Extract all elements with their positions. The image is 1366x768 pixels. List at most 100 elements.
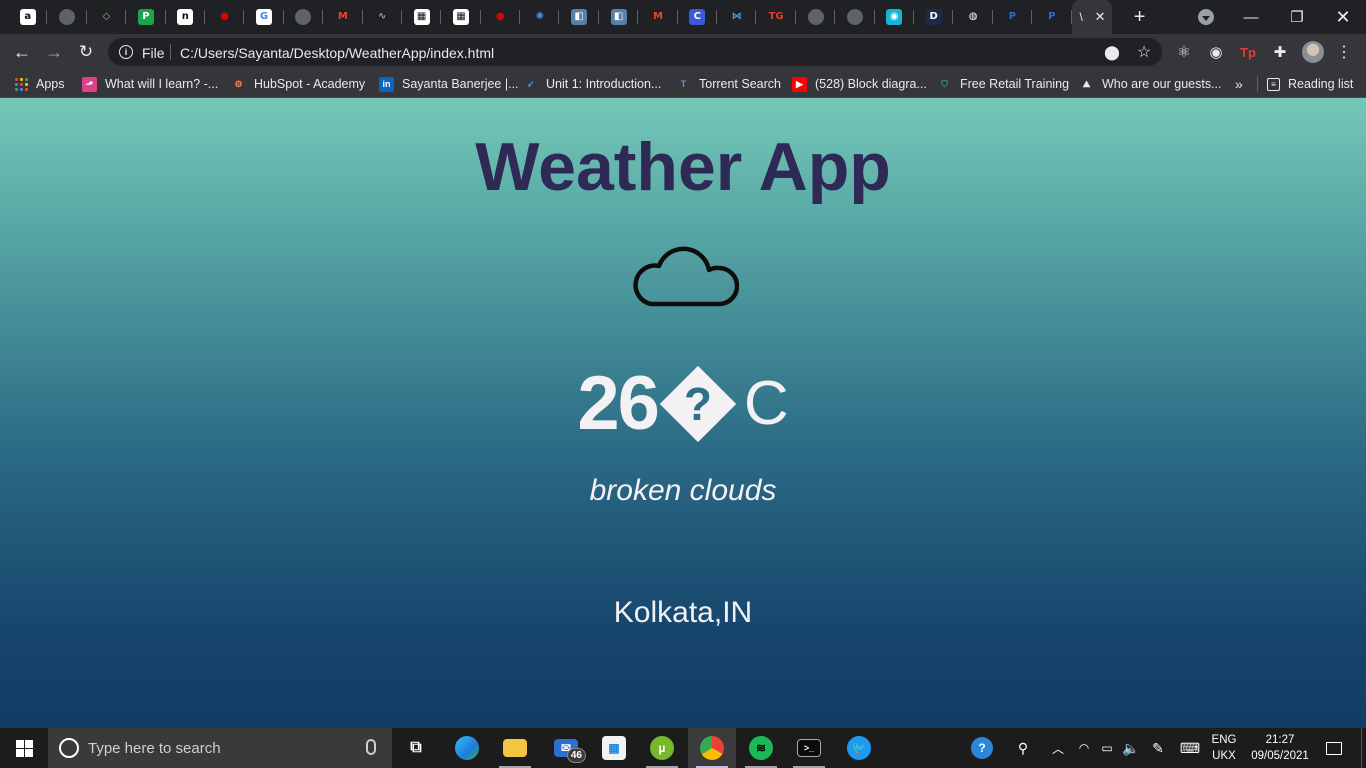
taskbar-twitter[interactable]: 🐦 (835, 728, 883, 768)
input-language[interactable]: ENG UKX (1206, 732, 1242, 764)
wifi-icon[interactable]: ◠ (1072, 728, 1096, 768)
battery-icon[interactable]: ▭ (1096, 728, 1118, 768)
site-info-icon[interactable]: i (119, 45, 133, 59)
task-view-button[interactable]: ⧉ (392, 728, 440, 768)
twitter-icon: 🐦 (847, 736, 871, 760)
start-button[interactable] (0, 728, 48, 768)
tab-spinner[interactable]: ✺ (520, 0, 560, 34)
tab-list: a ◇ Pn ● G M ∿ ▦ ▦ ● ✺ ◧ ◧ M C ⋈ TG ◉ D ◍ P P \ ✕ (0, 0, 1112, 34)
chrome-icon (700, 736, 724, 760)
tab-c-circle[interactable]: C (678, 0, 718, 34)
bookmark-guests[interactable]: ⛰ Who are our guests... (1079, 75, 1222, 93)
tab-redhat-1[interactable]: ● (205, 0, 245, 34)
tab-pattern-1[interactable]: ▦ (402, 0, 442, 34)
bookmark-sap[interactable]: ➶ Unit 1: Introduction... (523, 75, 661, 93)
tab-diamond[interactable]: ◇ (87, 0, 127, 34)
tab-paypal-2[interactable]: P (1032, 0, 1072, 34)
bookmarks-overflow-button[interactable]: » (1235, 75, 1243, 93)
taskbar-file-explorer[interactable] (491, 728, 539, 768)
extensions-puzzle-icon[interactable]: ✚ (1270, 42, 1290, 62)
tab-redhat-2[interactable]: ● (481, 0, 521, 34)
forward-button[interactable]: → (42, 40, 66, 64)
diamond-favicon-icon: ◇ (98, 9, 115, 25)
bookmark-torrent[interactable]: T Torrent Search (676, 75, 781, 93)
bookmark-what-will-i-learn[interactable]: ⬏ What will I learn? -... (82, 75, 218, 93)
tab-p-green[interactable]: P (126, 0, 166, 34)
address-bar[interactable]: i File C:/Users/Sayanta/Desktop/WeatherA… (108, 38, 1162, 66)
show-hidden-icons-chevron-icon[interactable]: ︿ (1046, 728, 1070, 768)
touch-keyboard-icon[interactable]: ⌨ (1176, 728, 1204, 768)
tab-active[interactable]: \ ✕ (1071, 0, 1112, 34)
microphone-icon[interactable] (366, 739, 376, 755)
show-desktop-button[interactable] (1361, 728, 1366, 768)
tab-gmail-1[interactable]: M (323, 0, 363, 34)
close-window-button[interactable]: ✕ (1320, 0, 1366, 34)
tab-box-2[interactable]: ◧ (599, 0, 639, 34)
volume-icon[interactable]: 🔈 (1120, 728, 1142, 768)
bowtie-favicon-icon: ⋈ (728, 9, 745, 25)
bookmark-linkedin[interactable]: in Sayanta Banerjee |... (379, 75, 519, 93)
guests-icon: ⛰ (1079, 76, 1094, 92)
tab-generic-4[interactable] (835, 0, 875, 34)
taskbar-store[interactable]: ▦ (590, 728, 638, 768)
bookmark-youtube[interactable]: ▶ (528) Block diagra... (792, 75, 927, 93)
tab-pattern-2[interactable]: ▦ (441, 0, 482, 34)
bookmark-retail[interactable]: ⛉ Free Retail Training (937, 75, 1069, 93)
taskbar-terminal[interactable]: >_ (785, 728, 833, 768)
back-button[interactable]: ← (10, 40, 34, 64)
wave-favicon-icon: ∿ (374, 9, 391, 25)
minimize-button[interactable]: — (1228, 0, 1274, 34)
tab-github[interactable]: ◍ (953, 0, 994, 34)
new-tab-button[interactable]: + (1124, 0, 1156, 34)
bookmark-hubspot[interactable]: ⚙ HubSpot - Academy (231, 75, 365, 93)
bookmark-apps[interactable]: Apps (15, 75, 65, 93)
profile-avatar[interactable] (1302, 41, 1324, 63)
tab-generic-1[interactable] (47, 0, 88, 34)
tab-strip: a ◇ Pn ● G M ∿ ▦ ▦ ● ✺ ◧ ◧ M C ⋈ TG ◉ D ◍ P P \ ✕ + (0, 0, 1366, 34)
tab-notion[interactable]: n (166, 0, 206, 34)
tab-d-letter[interactable]: D (914, 0, 954, 34)
tab-search-button[interactable] (1198, 9, 1214, 25)
cloud-icon (633, 246, 739, 307)
kebab-menu-icon[interactable]: ⋮ (1334, 42, 1354, 62)
tab-generic-2[interactable] (284, 0, 324, 34)
reading-list-button[interactable]: ≡ Reading list (1267, 75, 1353, 93)
bookmark-star-icon[interactable]: ☆ (1134, 42, 1154, 62)
d-letter-favicon-icon: D (925, 9, 942, 25)
people-icon[interactable]: ⚲ (1010, 728, 1036, 768)
pen-icon[interactable]: ✎ (1146, 728, 1170, 768)
taskbar-chrome[interactable] (688, 728, 736, 768)
tab-amazon[interactable]: a (8, 0, 48, 34)
pattern-2-favicon-icon: ▦ (452, 9, 469, 25)
action-center-button[interactable] (1318, 728, 1350, 768)
tab-generic-3[interactable] (796, 0, 836, 34)
taskbar-utorrent[interactable]: µ (638, 728, 686, 768)
tab-box-1[interactable]: ◧ (559, 0, 600, 34)
tab-gmail-2[interactable]: M (638, 0, 679, 34)
tab-tg[interactable]: TG (756, 0, 797, 34)
clock-date: 09/05/2021 (1251, 750, 1309, 762)
taskbar-mail[interactable]: ✉ 46 (542, 728, 590, 768)
location-pin-icon[interactable]: ⬤ (1102, 42, 1122, 62)
tab-paypal-1[interactable]: P (993, 0, 1033, 34)
tab-cyan-circle[interactable]: ◉ (875, 0, 915, 34)
tray-help[interactable]: ? (968, 728, 996, 768)
react-devtools-icon[interactable]: ⚛ (1174, 42, 1194, 62)
restore-button[interactable]: ❐ (1274, 0, 1320, 34)
search-placeholder: Type here to search (88, 740, 221, 757)
record-extension-icon[interactable]: ◉ (1206, 42, 1226, 62)
box-1-favicon-icon: ◧ (571, 9, 588, 25)
tp-extension-icon[interactable]: Tp (1238, 42, 1258, 62)
tab-bowtie[interactable]: ⋈ (717, 0, 757, 34)
taskbar-edge[interactable] (443, 728, 491, 768)
clock-time: 21:27 (1265, 734, 1295, 746)
taskbar-search-box[interactable]: Type here to search (48, 728, 392, 768)
weather-description: broken clouds (589, 474, 777, 507)
close-tab-icon[interactable]: ✕ (1095, 9, 1106, 25)
tab-google[interactable]: G (244, 0, 285, 34)
taskbar-spotify[interactable]: ≋ (737, 728, 785, 768)
system-clock[interactable]: 21:27 09/05/2021 (1246, 732, 1314, 764)
tab-wave[interactable]: ∿ (363, 0, 403, 34)
url-text[interactable]: C:/Users/Sayanta/Desktop/WeatherApp/inde… (180, 45, 494, 61)
reload-button[interactable]: ↻ (74, 40, 98, 64)
